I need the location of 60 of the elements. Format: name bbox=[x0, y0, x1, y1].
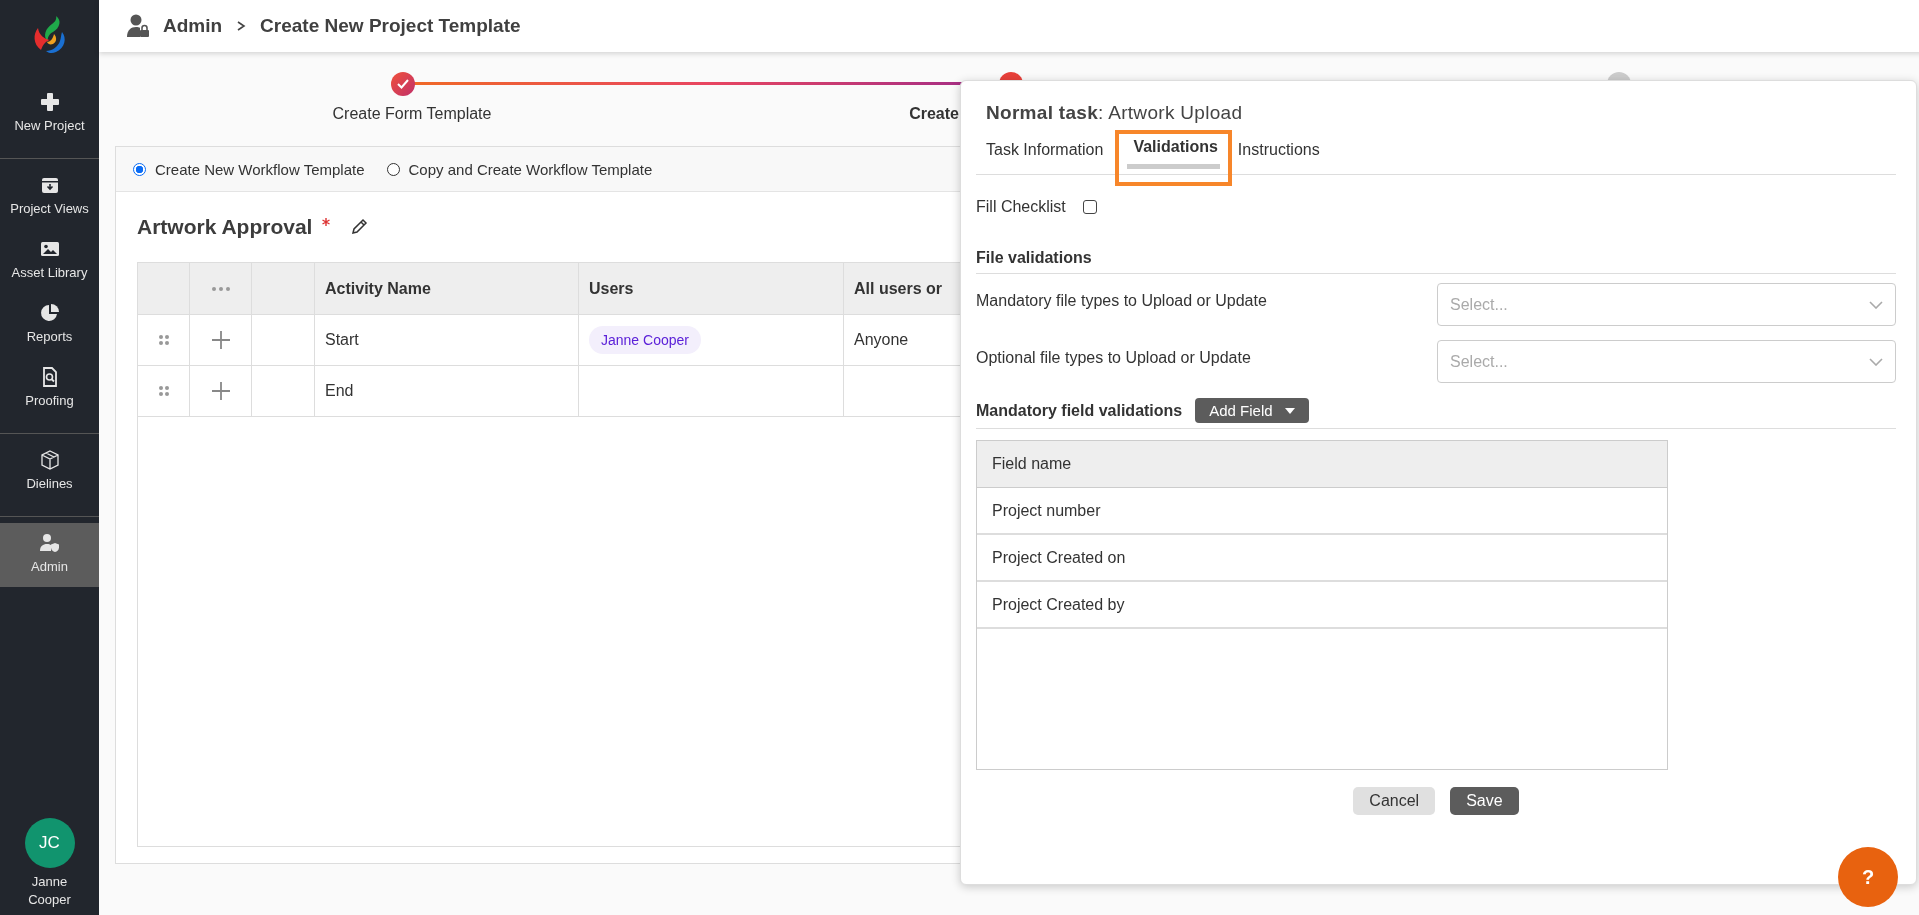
table-cell: Project Created on bbox=[977, 535, 1667, 582]
breadcrumb-item[interactable]: Admin bbox=[163, 15, 223, 37]
radio-button[interactable] bbox=[386, 162, 400, 176]
panel-title: Normal task: Artwork Upload bbox=[986, 102, 1244, 124]
check-icon bbox=[396, 78, 410, 90]
column-header: All users or bbox=[853, 278, 944, 299]
caret-icon bbox=[1284, 407, 1295, 414]
user-avatar[interactable]: JC bbox=[24, 818, 75, 868]
workflow-option[interactable]: Copy and Create Workflow Template bbox=[386, 160, 653, 178]
drag-handle-icon[interactable] bbox=[158, 335, 169, 345]
column-header: Field name bbox=[977, 441, 1667, 488]
cancel-button[interactable]: Cancel bbox=[1353, 787, 1436, 815]
field-label: Mandatory file types to Upload or Update bbox=[976, 291, 1267, 310]
user-lock-icon bbox=[127, 14, 149, 38]
workflow-option[interactable]: Create New Workflow Template bbox=[133, 160, 365, 178]
table-cell: Project number bbox=[977, 488, 1667, 535]
drag-handle-icon[interactable] bbox=[158, 386, 169, 396]
add-field-button[interactable]: Add Field bbox=[1195, 398, 1309, 423]
column-header: Users bbox=[579, 263, 844, 314]
field-label: Optional file types to Upload or Update bbox=[976, 348, 1251, 367]
section-title: Mandatory field validations bbox=[976, 401, 1183, 420]
column-header: Activity Name bbox=[315, 263, 579, 314]
sidebar-item[interactable]: Dielines bbox=[0, 440, 99, 504]
tab[interactable]: Task Information bbox=[986, 134, 1116, 174]
breadcrumb-separator-icon bbox=[236, 20, 247, 32]
template-name: Artwork Approval bbox=[137, 215, 313, 239]
user-chip[interactable]: Janne Cooper bbox=[589, 326, 701, 354]
step-label: Create bbox=[909, 105, 959, 123]
plus-icon[interactable] bbox=[211, 331, 230, 349]
radio-button[interactable] bbox=[133, 162, 146, 176]
sidebar-item[interactable]: Asset Library bbox=[0, 229, 99, 293]
user-shield-icon bbox=[39, 533, 60, 553]
table-cell: Anyone bbox=[854, 331, 909, 349]
image-icon bbox=[39, 239, 60, 259]
chevron-down-icon bbox=[1869, 357, 1883, 366]
tab[interactable]: Instructions bbox=[1237, 134, 1332, 174]
save-button[interactable]: Save bbox=[1450, 787, 1519, 815]
plus-icon[interactable] bbox=[211, 382, 230, 400]
chevron-down-icon bbox=[1869, 300, 1883, 309]
sidebar-item[interactable]: Admin bbox=[0, 523, 99, 587]
box-icon bbox=[39, 450, 60, 470]
section-title: File validations bbox=[976, 229, 1896, 274]
pie-chart-icon bbox=[39, 303, 60, 323]
table-cell: End bbox=[315, 366, 579, 416]
sidebar-item[interactable]: Reports bbox=[0, 293, 99, 357]
table-cell: Project Created by bbox=[977, 582, 1667, 629]
tab[interactable]: Validations bbox=[1115, 130, 1232, 186]
sidebar-item[interactable]: Project Views bbox=[0, 165, 99, 229]
checkbox-label: Fill Checklist bbox=[976, 198, 1066, 216]
sidebar-item[interactable]: Proofing bbox=[0, 357, 99, 421]
user-name: Janne Cooper bbox=[27, 873, 72, 909]
more-icon[interactable] bbox=[211, 286, 230, 291]
step-label: Create Form Template bbox=[332, 105, 492, 123]
plus-icon bbox=[39, 92, 60, 112]
breadcrumb-item: Create New Project Template bbox=[260, 15, 521, 37]
checkbox[interactable] bbox=[1082, 200, 1097, 214]
archive-box-icon bbox=[39, 175, 60, 195]
table-cell: Start bbox=[315, 315, 579, 365]
pencil-icon[interactable] bbox=[350, 218, 369, 236]
sidebar-item[interactable]: New Project bbox=[0, 82, 99, 146]
